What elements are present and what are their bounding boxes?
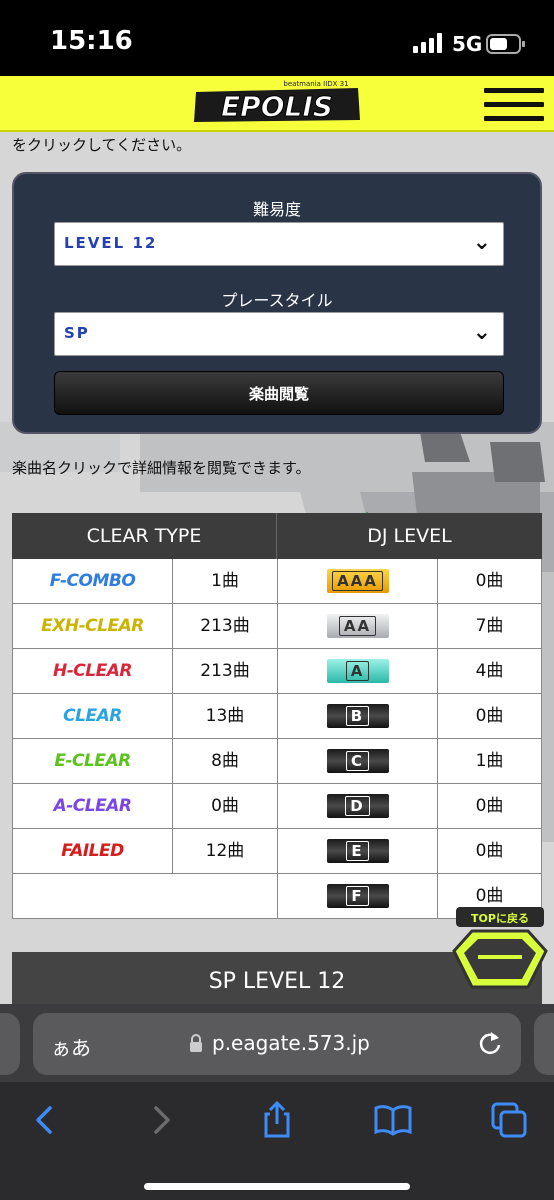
play-style-value: SP xyxy=(64,324,90,342)
dj-level-count: 4曲 xyxy=(437,649,542,694)
site-header: EPOLIS beatmania IIDX 31 xyxy=(0,76,554,132)
browse-songs-button[interactable]: 楽曲閲覧 xyxy=(54,371,504,415)
dj-level-badge: D xyxy=(326,794,389,818)
difficulty-value: LEVEL 12 xyxy=(64,234,158,252)
dj-level-badge: E xyxy=(326,839,389,863)
clear-type-label: E-CLEAR xyxy=(12,739,172,784)
difficulty-select[interactable]: LEVEL 12 ⌄ xyxy=(54,222,504,266)
dj-level-header: DJ LEVEL xyxy=(277,513,542,559)
dj-level-badge: C xyxy=(326,749,389,773)
empty-cell xyxy=(12,874,277,919)
battery-icon xyxy=(486,34,525,54)
dj-level-cell: A xyxy=(277,649,437,694)
logo-subtitle: beatmania IIDX 31 xyxy=(283,80,348,88)
dj-level-count: 7曲 xyxy=(437,604,542,649)
dj-level-cell: AAA xyxy=(277,559,437,604)
clear-type-count: 12曲 xyxy=(172,829,277,874)
dj-level-count: 0曲 xyxy=(437,829,542,874)
menu-icon[interactable] xyxy=(484,88,544,126)
browser-address-area: ぁあ p.eagate.573.jp xyxy=(0,1004,554,1082)
clear-type-count: 213曲 xyxy=(172,604,277,649)
signal-icon xyxy=(413,33,442,53)
clear-type-label: F-COMBO xyxy=(12,559,172,604)
bookmarks-icon[interactable] xyxy=(373,1100,413,1140)
lock-icon xyxy=(190,1034,202,1052)
clear-type-count: 8曲 xyxy=(172,739,277,784)
dj-level-count: 0曲 xyxy=(437,694,542,739)
home-indicator[interactable] xyxy=(144,1183,410,1190)
play-style-label: プレースタイル xyxy=(221,291,333,310)
back-icon[interactable] xyxy=(24,1100,64,1140)
note-text: 楽曲名クリックで詳細情報を閲覧できます。 xyxy=(12,459,311,477)
clear-type-label: EXH-CLEAR xyxy=(12,604,172,649)
dj-level-cell: B xyxy=(277,694,437,739)
clear-type-count: 213曲 xyxy=(172,649,277,694)
address-bar[interactable]: ぁあ p.eagate.573.jp xyxy=(33,1013,521,1075)
epolis-logo[interactable]: EPOLIS beatmania IIDX 31 xyxy=(188,76,366,128)
tabs-icon[interactable] xyxy=(489,1100,529,1140)
back-to-top-button[interactable]: TOPに戻る xyxy=(452,905,548,989)
clear-type-label: H-CLEAR xyxy=(12,649,172,694)
text-size-button[interactable]: ぁあ xyxy=(51,1032,91,1061)
dj-level-count: 1曲 xyxy=(437,739,542,784)
clear-type-label: FAILED xyxy=(12,829,172,874)
forward-icon[interactable] xyxy=(142,1100,182,1140)
chevron-down-icon: ⌄ xyxy=(472,230,491,255)
intro-text: をクリックしてください。 xyxy=(12,136,192,154)
dj-level-count: 0曲 xyxy=(437,784,542,829)
filter-panel: 難易度 LEVEL 12 ⌄ プレースタイル SP ⌄ 楽曲閲覧 xyxy=(12,172,542,434)
status-bar: 15:16 5G xyxy=(0,0,554,76)
page-content: をクリックしてください。 難易度 LEVEL 12 ⌄ プレースタイル SP ⌄… xyxy=(0,132,554,1004)
dj-level-badge: F xyxy=(326,884,389,908)
dj-level-cell: F xyxy=(277,874,437,919)
logo-text: EPOLIS xyxy=(221,90,333,123)
dj-level-badge: AA xyxy=(326,614,389,638)
chevron-down-icon: ⌄ xyxy=(472,320,491,345)
dj-level-cell: C xyxy=(277,739,437,784)
reload-icon[interactable] xyxy=(477,1029,503,1057)
dj-level-count: 0曲 xyxy=(437,559,542,604)
play-style-select[interactable]: SP ⌄ xyxy=(54,312,504,356)
url-text: p.eagate.573.jp xyxy=(212,1031,370,1055)
dj-level-badge: A xyxy=(326,659,389,683)
clear-type-header: CLEAR TYPE xyxy=(12,513,277,559)
dj-level-badge: B xyxy=(326,704,389,728)
dj-level-badge: AAA xyxy=(326,569,389,593)
clear-type-count: 0曲 xyxy=(172,784,277,829)
dj-level-cell: E xyxy=(277,829,437,874)
clear-type-label: CLEAR xyxy=(12,694,172,739)
back-to-top-label: TOPに戻る xyxy=(471,911,529,925)
clear-type-count: 13曲 xyxy=(172,694,277,739)
dj-level-cell: AA xyxy=(277,604,437,649)
difficulty-label: 難易度 xyxy=(252,200,301,219)
network-type: 5G xyxy=(452,32,483,56)
status-time: 15:16 xyxy=(50,26,133,56)
clear-type-label: A-CLEAR xyxy=(12,784,172,829)
share-icon[interactable] xyxy=(257,1100,297,1140)
next-tab-edge[interactable] xyxy=(534,1013,554,1075)
dj-level-cell: D xyxy=(277,784,437,829)
previous-tab-edge[interactable] xyxy=(0,1013,20,1075)
clear-type-count: 1曲 xyxy=(172,559,277,604)
